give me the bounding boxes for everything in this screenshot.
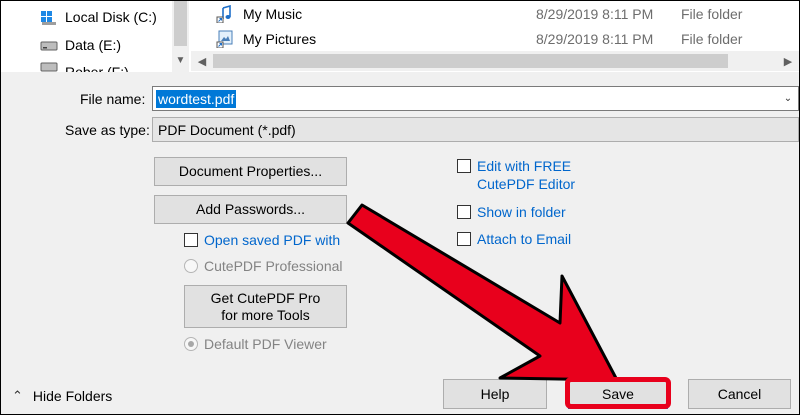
save-highlight-box <box>565 377 671 409</box>
radio-circle[interactable] <box>184 259 198 273</box>
file-list-horizontal-scrollbar[interactable]: ◀ ▶ <box>191 51 799 71</box>
scrollbar-thumb[interactable] <box>213 54 728 68</box>
default-pdf-viewer-label: Default PDF Viewer <box>204 336 327 352</box>
show-in-folder-checkbox[interactable]: Show in folder <box>457 203 566 221</box>
scroll-right-icon[interactable]: ▶ <box>779 51 797 71</box>
open-saved-pdf-with-checkbox[interactable]: Open saved PDF with <box>184 231 340 249</box>
chevron-up-icon: ⌃ <box>12 388 23 403</box>
hide-folders-toggle[interactable]: ⌃ Hide Folders <box>12 388 112 404</box>
file-date: 8/29/2019 8:11 PM <box>536 6 654 22</box>
get-cutepdf-pro-button[interactable]: Get CutePDF Pro for more Tools <box>184 285 347 328</box>
attach-to-email-checkbox[interactable]: Attach to Email <box>457 230 571 248</box>
hide-folders-label: Hide Folders <box>32 388 113 404</box>
file-name-value: wordtest.pdf <box>156 89 237 108</box>
add-passwords-button[interactable]: Add Passwords... <box>154 195 347 224</box>
list-item[interactable]: My Pictures 8/29/2019 8:11 PM File folde… <box>191 27 799 51</box>
pictures-shortcut-icon <box>216 30 234 49</box>
drive-icon <box>39 37 59 53</box>
drive-icon <box>39 9 59 25</box>
attach-to-email-label: Attach to Email <box>477 231 572 247</box>
show-in-folder-label: Show in folder <box>477 204 566 220</box>
file-list: My Music 8/29/2019 8:11 PM File folder M… <box>191 0 799 72</box>
save-as-type-label: Save as type: <box>65 122 150 138</box>
edit-with-free-label: Edit with FREE CutePDF Editor <box>477 157 575 193</box>
file-type: File folder <box>681 6 743 22</box>
checkbox-box[interactable] <box>184 233 198 247</box>
tree-item-label: Rober (F:) <box>65 64 129 72</box>
save-as-type-select[interactable]: PDF Document (*.pdf) <box>152 117 799 142</box>
edit-with-free-line1: Edit with FREE <box>477 158 572 174</box>
scrollbar-thumb[interactable] <box>174 0 187 46</box>
file-date: 8/29/2019 8:11 PM <box>536 31 654 47</box>
checkbox-box[interactable] <box>457 205 471 219</box>
drive-icon <box>39 58 59 72</box>
checkbox-box[interactable] <box>457 159 471 173</box>
save-as-type-value: PDF Document (*.pdf) <box>158 121 296 138</box>
cutepdf-professional-label: CutePDF Professional <box>204 258 343 274</box>
checkbox-box[interactable] <box>457 232 471 246</box>
file-name-label: File name: <box>80 91 146 107</box>
file-type: File folder <box>681 31 743 47</box>
tree-item-local-disk-c[interactable]: Local Disk (C:) <box>39 6 157 28</box>
file-name-input[interactable]: wordtest.pdf ⌄ <box>152 86 799 111</box>
get-cutepdf-pro-line2: for more Tools <box>221 306 310 323</box>
tree-item-data-e[interactable]: Data (E:) <box>39 34 121 56</box>
tree-item-label: Local Disk (C:) <box>65 9 157 25</box>
edit-with-free-cutepdf-editor-checkbox[interactable]: Edit with FREE CutePDF Editor <box>457 157 575 193</box>
tree-vertical-scrollbar[interactable]: ▼ <box>172 0 189 72</box>
cancel-button[interactable]: Cancel <box>688 379 791 409</box>
file-name: My Music <box>243 6 303 22</box>
list-item[interactable]: My Music 8/29/2019 8:11 PM File folder <box>191 2 799 26</box>
folder-browser: Local Disk (C:) Data (E:) Rober (F:) ▼ M… <box>1 0 799 72</box>
navigation-tree: Local Disk (C:) Data (E:) Rober (F:) ▼ <box>1 0 191 72</box>
chevron-down-icon[interactable]: ⌄ <box>778 87 798 110</box>
cutepdf-professional-radio[interactable]: CutePDF Professional <box>184 258 343 274</box>
open-saved-pdf-with-label: Open saved PDF with <box>204 232 341 248</box>
help-button[interactable]: Help <box>443 379 547 409</box>
edit-with-free-line2: CutePDF Editor <box>477 176 576 192</box>
default-pdf-viewer-radio[interactable]: Default PDF Viewer <box>184 336 327 352</box>
music-shortcut-icon <box>216 4 234 24</box>
radio-circle[interactable] <box>184 337 198 351</box>
tree-item-label: Data (E:) <box>65 37 122 53</box>
scroll-down-icon[interactable]: ▼ <box>172 52 189 69</box>
tree-item-f[interactable]: Rober (F:) <box>39 58 129 72</box>
document-properties-button[interactable]: Document Properties... <box>154 157 347 186</box>
file-name: My Pictures <box>243 31 317 47</box>
get-cutepdf-pro-line1: Get CutePDF Pro <box>210 289 321 306</box>
scroll-left-icon[interactable]: ◀ <box>193 51 211 71</box>
